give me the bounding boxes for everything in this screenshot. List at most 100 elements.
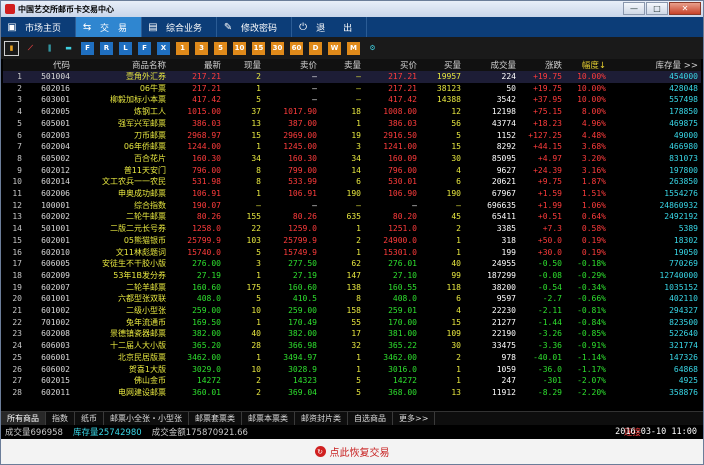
column-header[interactable]: 买价	[364, 59, 420, 71]
bar-chart-icon[interactable]: ▮	[4, 40, 19, 56]
table-row[interactable]: 27 602015 佛山金币 14272 2 14323 5 14272 1 247 -301 -2.…	[3, 375, 701, 387]
table-row[interactable]: 14 501001 二版二元长号券 1258.0 22 1259.0 1 1251.0 2 338…	[3, 223, 701, 235]
table-cell: -0.08	[537, 270, 562, 280]
table-row[interactable]: 19 602007 二轮羊邮票 160.60 175 160.60 138 160.55 118…	[3, 282, 701, 294]
column-header[interactable]: 买量	[420, 59, 464, 71]
tb-f5[interactable]: X	[157, 41, 170, 55]
table-row[interactable]: 3 603001 柳毅加标小本票 417.42 5 — — 417.42 14388 3542 +3…	[3, 94, 701, 106]
menu-item-3[interactable]: ✎ 修改密码	[217, 17, 293, 37]
table-cell: 321774	[669, 341, 698, 351]
menu-item-2[interactable]: ▤ 综合业务	[142, 17, 218, 37]
tb-o2[interactable]: 3	[195, 41, 208, 55]
tb-o8[interactable]: D	[309, 41, 322, 55]
column-header[interactable]: 卖价	[264, 59, 320, 71]
tab-7[interactable]: 自选商品	[348, 412, 393, 425]
table-row[interactable]: 17 606005 安徒生不干胶小版 276.00 3 277.50 62 276.01 40 2…	[3, 258, 701, 270]
tab-0[interactable]: 所有商品	[1, 412, 46, 425]
tb-o9[interactable]: W	[328, 41, 341, 55]
column-header[interactable]: 商品名称	[73, 59, 169, 71]
close-button[interactable]: ✕	[669, 2, 701, 15]
column-header[interactable]: 库存量 >>	[609, 59, 701, 71]
table-row[interactable]: 26 606002 贺喜1大版 3029.0 10 3028.9 1 3016.0 1 1059 -…	[3, 364, 701, 376]
table-row[interactable]: 22 701002 兔年流通币 169.50 1 170.49 55 170.00 15 2127…	[3, 317, 701, 329]
table-cell: 770269	[669, 259, 698, 269]
tb-f3[interactable]: L	[119, 41, 132, 55]
tb-o4[interactable]: 10	[233, 41, 246, 55]
table-row[interactable]: 10 602014 文工农兵一一农民 531.98 8 533.99 6 530.01 6 206…	[3, 176, 701, 188]
menu-item-0[interactable]: ▣ 市场主页	[1, 17, 77, 37]
table-row[interactable]: 15 602001 05熊猫银币 25799.9 103 25799.9 2 24900.0 1…	[3, 235, 701, 247]
tb-f1[interactable]: F	[81, 41, 94, 55]
tb-o5[interactable]: 15	[252, 41, 265, 55]
table-cell: 602008	[41, 329, 70, 339]
column-header[interactable]: 成交量	[464, 59, 519, 71]
tab-4[interactable]: 邮票套票类	[189, 412, 242, 425]
tb-o6[interactable]: 30	[271, 41, 284, 55]
table-cell: 1	[256, 352, 261, 362]
restore-trading-button[interactable]: ↻ 点此恢复交易	[1, 439, 703, 464]
tb-o3[interactable]: 5	[214, 41, 227, 55]
column-header[interactable]	[3, 59, 25, 71]
menu-label: 交 易	[100, 23, 128, 34]
table-row[interactable]: 9 602012 普11天安门 796.00 8 799.00 14 796.00 4 9627 +…	[3, 165, 701, 177]
table-cell: 45	[451, 212, 461, 222]
table-cell: 34	[351, 153, 361, 163]
table-row[interactable]: 8 605002 百合花片 160.30 34 160.30 34 160.09 30 85095…	[3, 153, 701, 165]
tab-2[interactable]: 纸币	[75, 412, 104, 425]
table-row[interactable]: 5 605001 强军兴军邮票 386.03 13 387.00 1 386.03 56 4377…	[3, 118, 701, 130]
table-cell: 2968.97	[187, 130, 221, 140]
column-header[interactable]: 代码	[25, 59, 73, 71]
tb-f2[interactable]: R	[100, 41, 113, 55]
table-row[interactable]: 13 602002 二轮牛邮票 80.26 155 80.26 635 80.20 45 6541…	[3, 211, 701, 223]
table-row[interactable]: 21 601002 二级小型张 259.00 10 259.00 158 259.01 4 222…	[3, 305, 701, 317]
table-cell: 158	[346, 306, 361, 316]
minimize-button[interactable]: —	[623, 2, 645, 15]
table-row[interactable]: 18 602009 53年1B发分券 27.19 1 27.19 147 27.10 99 187…	[3, 270, 701, 282]
table-cell: 1	[356, 364, 361, 374]
tab-8[interactable]: 更多>>	[393, 412, 436, 425]
tb-o7[interactable]: 60	[290, 41, 303, 55]
trade-icon: ⇆	[82, 21, 92, 33]
table-row[interactable]: 16 602010 文11林彪题词 15740.0 5 15749.9 1 15301.0 1 1…	[3, 247, 701, 259]
window-icon[interactable]: ▬	[62, 42, 75, 55]
table-row[interactable]: 23 602008 景德镇瓷器邮票 382.00 40 382.00 17 381.00 109…	[3, 328, 701, 340]
tb-o1[interactable]: 1	[176, 41, 189, 55]
menu-item-4[interactable]: ⏻ 退 出	[292, 17, 368, 37]
tb-o10[interactable]: M	[347, 41, 360, 55]
table-cell: 06年侨邮票	[123, 142, 166, 152]
table-row[interactable]: 1 501004 壹角外汇券 217.21 2— —217.21 19957 224 +19.7…	[3, 71, 701, 83]
tab-5[interactable]: 邮票本票类	[242, 412, 295, 425]
settings-gear-icon[interactable]: ⚙	[366, 42, 379, 55]
column-header[interactable]: 现量	[224, 59, 264, 71]
column-header[interactable]: 涨跌	[519, 59, 565, 71]
table-row[interactable]: 20 601001 六都型张双联 408.0 5 410.5 8 408.0 6 9597 -2.7…	[3, 293, 701, 305]
table-row[interactable]: 6 602003 刀币邮票 2968.97 15 2969.00 19 2916.50 5 115…	[3, 130, 701, 142]
line-chart-icon[interactable]: ⟋	[24, 42, 37, 55]
tb-f4[interactable]: F	[138, 41, 151, 55]
table-row[interactable]: 7 602004 06年侨邮票 1244.00 1 1245.00 3 1241.00 15 82…	[3, 141, 701, 153]
table-cell: 606005	[41, 259, 70, 269]
maximize-button[interactable]: □	[646, 2, 668, 15]
table-cell: 606003	[41, 341, 70, 351]
table-cell: 64868	[673, 364, 698, 374]
menu-item-1[interactable]: ⇆ 交 易	[76, 17, 143, 37]
table-row[interactable]: 11 602006 申奥成功邮票 106.91 1 106.91 190 106.90 190 6…	[3, 188, 701, 200]
table-row[interactable]: 12 100001 综合指数 190.07 — — — — — 696635 +1.99 1.06% 2…	[3, 200, 701, 212]
table-cell: 796.00	[192, 165, 221, 175]
column-header[interactable]: 卖量	[320, 59, 364, 71]
table-row[interactable]: 28 602011 电网建设邮票 360.01 2 369.04 5 368.00 13 1191…	[3, 387, 701, 399]
tab-6[interactable]: 邮资封片类	[295, 412, 348, 425]
tab-1[interactable]: 指数	[46, 412, 75, 425]
table-row[interactable]: 2 602016 06牛票 217.21 1 — — 217.21 38123 50 +19.75 1…	[3, 83, 701, 95]
table-row[interactable]: 4 602005 炼钢工人 1015.00 37 1017.90 18 1008.00 12 12…	[3, 106, 701, 118]
table-cell: 1	[256, 270, 261, 280]
column-header[interactable]: 幅度↓	[565, 59, 609, 71]
tab-3[interactable]: 邮票小全张・小型张	[104, 412, 189, 425]
candle-icon[interactable]: ‖	[43, 42, 56, 55]
table-cell: 80.20	[392, 212, 417, 222]
table-row[interactable]: 24 606003 十二届人大小版 365.20 28 366.98 32 365.22 30 3…	[3, 340, 701, 352]
table-cell: 43774	[491, 118, 516, 128]
column-header[interactable]: 最新	[169, 59, 224, 71]
table-cell: 259.00	[288, 306, 317, 316]
table-row[interactable]: 25 606001 北京民居版票 3462.00 1 3494.97 1 3462.00 2 97…	[3, 352, 701, 364]
